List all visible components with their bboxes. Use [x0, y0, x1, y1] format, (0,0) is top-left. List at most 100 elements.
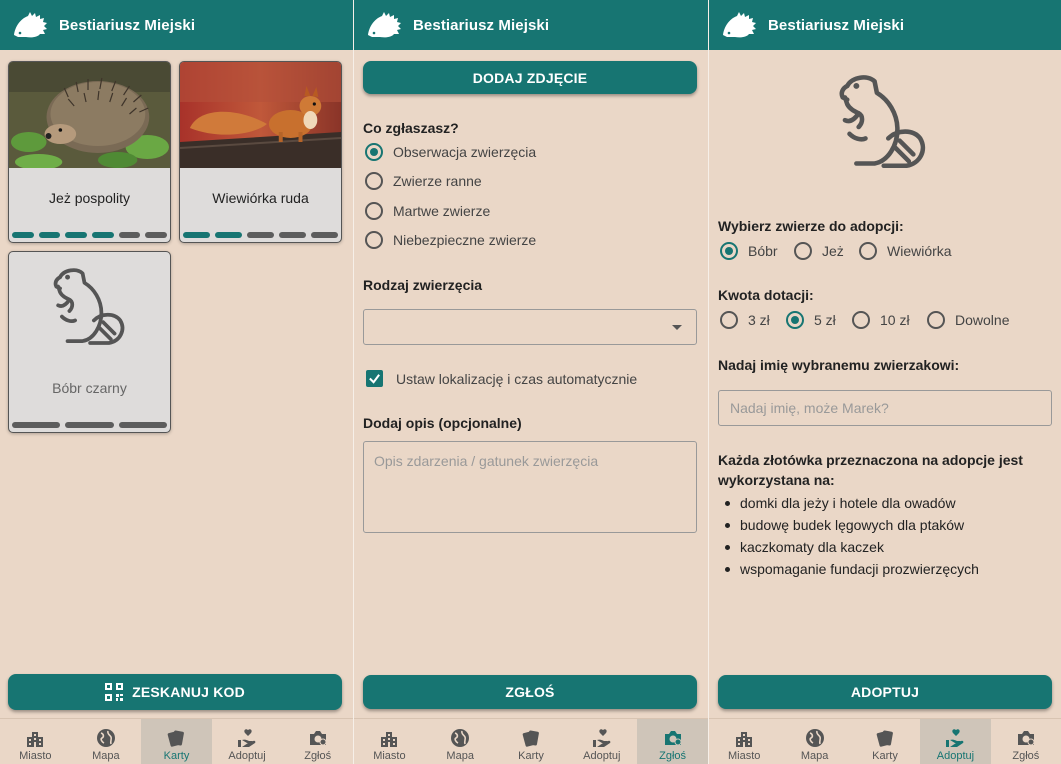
progress-segment: [215, 232, 242, 238]
info-list: domki dla jeży i hotele dla owadów budow…: [718, 492, 1048, 580]
pet-name-placeholder: Nadaj imię, może Marek?: [730, 400, 889, 416]
camera-location-icon: [1017, 731, 1035, 746]
nav-adoptuj[interactable]: Adoptuj: [212, 719, 283, 764]
scan-code-label: ZESKANUJ KOD: [132, 684, 245, 700]
nav-miasto[interactable]: Miasto: [354, 719, 425, 764]
radio-label: 10 zł: [880, 312, 910, 328]
nav-miasto[interactable]: Miasto: [0, 719, 71, 764]
radio-circle: [794, 242, 812, 260]
progress-segment: [92, 232, 114, 238]
choose-animal-label: Wybierz zwierze do adopcji:: [718, 218, 904, 234]
submit-report-button[interactable]: ZGŁOŚ: [363, 675, 697, 709]
scan-code-button[interactable]: ZESKANUJ KOD: [8, 674, 342, 710]
nav-miasto[interactable]: Miasto: [709, 719, 779, 764]
nav-label: Miasto: [373, 750, 406, 762]
description-placeholder: Opis zdarzenia / gatunek zwierzęcia: [374, 453, 599, 469]
nav-mapa[interactable]: Mapa: [779, 719, 849, 764]
radio-circle: [859, 242, 877, 260]
animal-card-beaver[interactable]: Bóbr czarny: [8, 251, 171, 433]
bottom-nav: Miasto Mapa Karty Adoptuj Zgłoś: [709, 718, 1061, 764]
radio-amount-any[interactable]: Dowolne: [927, 311, 1009, 329]
radio-circle: [720, 311, 738, 329]
beaver-icon: [839, 75, 926, 169]
list-item: wspomaganie fundacji prozwierzęcych: [718, 558, 1048, 580]
list-item: budowę budek lęgowych dla ptaków: [718, 514, 1048, 536]
squirrel-photo: [180, 62, 341, 168]
progress-segment: [65, 422, 114, 428]
card-progress: [12, 232, 168, 238]
radio-label: Niebezpieczne zwierze: [393, 232, 537, 248]
progress-segment: [12, 422, 61, 428]
hedgehog-logo-icon: [14, 12, 47, 38]
radio-injured[interactable]: Zwierze ranne: [365, 172, 482, 190]
nav-zglos[interactable]: Zgłoś: [637, 719, 708, 764]
app-title: Bestiariusz Miejski: [59, 16, 196, 34]
nav-label: Karty: [872, 750, 898, 762]
adopt-hand-heart-icon: [238, 729, 256, 747]
radio-circle: [365, 231, 383, 249]
add-photo-label: DODAJ ZDJĘCIE: [472, 69, 588, 86]
radio-beaver[interactable]: Bóbr: [720, 242, 778, 260]
nav-adoptuj[interactable]: Adoptuj: [566, 719, 637, 764]
progress-segment: [38, 232, 61, 238]
nav-mapa[interactable]: Mapa: [71, 719, 142, 764]
nav-label: Mapa: [446, 750, 474, 762]
screens-container: Bestiariusz Miejski Jeż pospolity Wiewió…: [0, 0, 1061, 764]
globe-icon: [96, 729, 115, 747]
progress-segment: [12, 232, 34, 238]
nav-karty[interactable]: Karty: [496, 719, 567, 764]
nav-label: Zgłoś: [304, 750, 332, 762]
nav-label: Miasto: [728, 750, 761, 762]
radio-amount-5[interactable]: 5 zł: [786, 311, 836, 329]
pet-name-input[interactable]: Nadaj imię, może Marek?: [718, 390, 1052, 426]
radio-circle: [365, 202, 383, 220]
card-name: Wiewiórka ruda: [212, 190, 309, 206]
card-progress: [12, 422, 167, 428]
hedgehog-logo-icon: [723, 12, 756, 38]
auto-location-checkbox[interactable]: Ustaw lokalizację i czas automatycznie: [366, 370, 637, 387]
nav-label: Adoptuj: [936, 750, 975, 762]
radio-label: Bóbr: [748, 243, 778, 259]
radio-amount-10[interactable]: 10 zł: [852, 311, 910, 329]
nav-label: Karty: [163, 750, 190, 762]
hedgehog-logo-icon: [368, 12, 401, 38]
radio-circle: [720, 242, 738, 260]
nav-zglos[interactable]: Zgłoś: [991, 719, 1061, 764]
adopt-button[interactable]: ADOPTUJ: [718, 675, 1052, 709]
radio-dangerous[interactable]: Niebezpieczne zwierze: [365, 231, 536, 249]
nav-karty[interactable]: Karty: [850, 719, 920, 764]
radio-label: Obserwacja zwierzęcia: [393, 144, 537, 160]
app-header: Bestiariusz Miejski: [354, 0, 708, 50]
radio-hedgehog[interactable]: Jeż: [794, 242, 844, 260]
radio-circle: [365, 172, 383, 190]
globe-icon: [451, 729, 470, 747]
auto-location-label: Ustaw lokalizację i czas automatycznie: [396, 370, 638, 387]
nav-adoptuj[interactable]: Adoptuj: [920, 719, 991, 764]
nav-zglos[interactable]: Zgłoś: [282, 719, 353, 764]
nav-label: Adoptuj: [583, 750, 621, 762]
animal-card-hedgehog[interactable]: Jeż pospolity: [8, 61, 171, 243]
add-photo-button[interactable]: DODAJ ZDJĘCIE: [363, 61, 697, 94]
nav-mapa[interactable]: Mapa: [425, 719, 496, 764]
description-label: Dodaj opis (opcjonalne): [363, 415, 522, 431]
description-textarea[interactable]: Opis zdarzenia / gatunek zwierzęcia: [363, 441, 697, 533]
camera-location-icon: [309, 731, 327, 746]
progress-segment: [118, 232, 141, 238]
beaver-icon: [53, 268, 125, 345]
animal-type-select[interactable]: [363, 309, 697, 345]
city-icon: [736, 732, 753, 747]
radio-amount-3[interactable]: 3 zł: [720, 311, 770, 329]
radio-dead[interactable]: Martwe zwierze: [365, 202, 490, 220]
animal-card-squirrel[interactable]: Wiewiórka ruda: [179, 61, 342, 243]
nav-label: Mapa: [92, 750, 120, 762]
radio-observation[interactable]: Obserwacja zwierzęcia: [365, 143, 536, 161]
animal-type-label: Rodzaj zwierzęcia: [363, 277, 483, 293]
cards-icon: [522, 730, 539, 747]
qr-code-icon: [105, 683, 124, 701]
radio-squirrel[interactable]: Wiewiórka: [859, 242, 952, 260]
nav-karty[interactable]: Karty: [141, 719, 212, 764]
adopt-hand-heart-icon: [592, 729, 611, 747]
checkbox-box: [366, 370, 383, 387]
radio-circle: [365, 143, 383, 161]
radio-label: Wiewiórka: [887, 243, 952, 259]
